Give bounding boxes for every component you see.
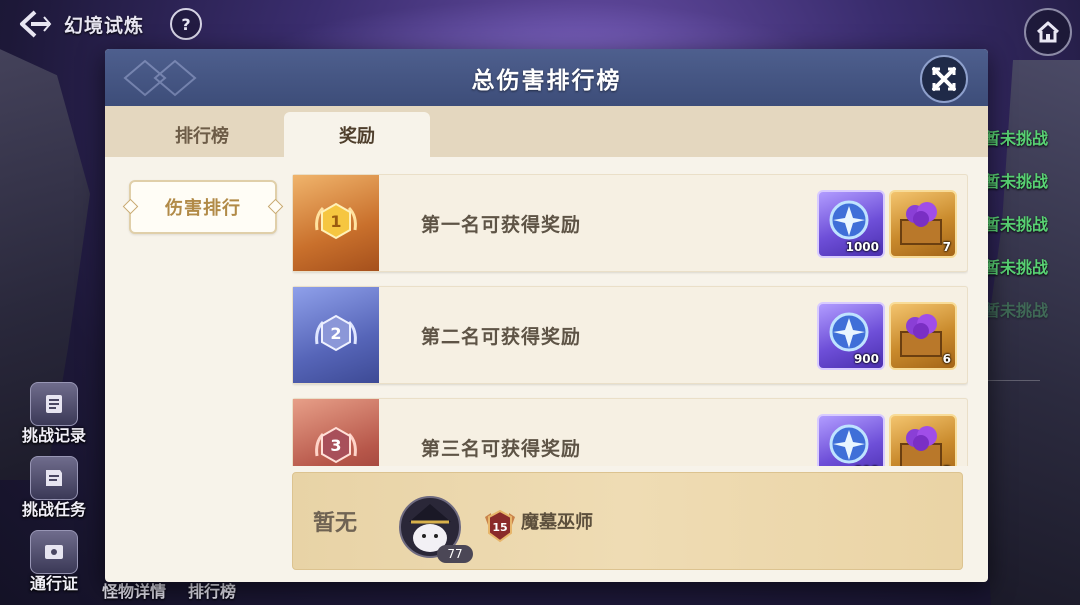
close-button[interactable] xyxy=(920,55,968,103)
pass-card-icon xyxy=(30,530,78,574)
reward-quantity: 7 xyxy=(942,240,951,254)
diamond-icon xyxy=(122,198,139,215)
reward-item[interactable]: 800 xyxy=(817,414,885,466)
side-item-label: 通行证 xyxy=(29,574,78,593)
tab-rewards[interactable]: 奖励 xyxy=(284,112,430,157)
challenge-status: 暂未挑战 xyxy=(984,129,1049,148)
rank-number: 1 xyxy=(330,212,341,231)
back-arrow-icon[interactable] xyxy=(18,7,52,41)
self-rank-text: 暂无 xyxy=(313,511,358,536)
diamond-icon xyxy=(267,198,284,215)
background-divider xyxy=(988,380,1040,381)
side-menu: 挑战记录 挑战任务 通行证 xyxy=(12,382,96,604)
rank-number: 2 xyxy=(330,324,341,343)
reward-item[interactable]: 5 xyxy=(889,414,957,466)
filter-label: 伤害排行 xyxy=(165,198,241,219)
side-item-challenge-task[interactable]: 挑战任务 xyxy=(12,456,96,520)
side-item-pass[interactable]: 通行证 xyxy=(12,530,96,594)
rank-reward-description: 第三名可获得奖励 xyxy=(421,437,582,460)
rank-reward-description: 第二名可获得奖励 xyxy=(421,325,582,348)
top-bar: 幻境试炼 ? xyxy=(18,6,203,42)
reward-rank-list[interactable]: 1 第一名可获得奖励 1000 7 2 第二名可获得奖励 900 6 3 第三名… xyxy=(292,174,968,466)
damage-ranking-filter-button[interactable]: 伤害排行 xyxy=(122,180,284,234)
reward-item[interactable]: 7 xyxy=(889,190,957,258)
rank-badge: 1 xyxy=(293,175,379,271)
reward-item[interactable]: 1000 xyxy=(817,190,885,258)
damage-ranking-modal: 总伤害排行榜 排行榜 奖励 伤害排行 1 第一名可获得奖励 1000 7 2 第… xyxy=(105,49,988,582)
emblem-level: 15 xyxy=(492,521,507,534)
challenge-status: 暂未挑战 xyxy=(984,258,1049,277)
modal-title: 总伤害排行榜 xyxy=(471,67,622,94)
rank-badge: 3 xyxy=(293,399,379,466)
rank-reward-row: 2 第二名可获得奖励 900 6 xyxy=(292,286,968,384)
modal-header: 总伤害排行榜 xyxy=(105,49,988,106)
reward-quantity: 900 xyxy=(853,352,879,366)
reward-quantity: 5 xyxy=(943,464,951,466)
reward-item[interactable]: 6 xyxy=(889,302,957,370)
side-item-label: 挑战记录 xyxy=(21,426,86,445)
challenge-status: 暂未挑战 xyxy=(984,301,1049,320)
rank-badge: 2 xyxy=(293,287,379,383)
scroll-icon xyxy=(30,382,78,426)
avatar-level-badge: 77 xyxy=(437,545,473,563)
self-rank-row: 暂无 77 15 魔墓巫师 xyxy=(292,472,963,570)
home-icon[interactable] xyxy=(1024,8,1072,56)
reward-quantity: 1000 xyxy=(845,240,879,254)
challenge-status: 暂未挑战 xyxy=(984,215,1049,234)
tab-ranking[interactable]: 排行榜 xyxy=(129,112,275,157)
gold-rank-medal-icon: 1 xyxy=(315,202,357,240)
side-item-label: 挑战任务 xyxy=(21,500,86,519)
player-name: 魔墓巫师 xyxy=(521,512,593,533)
rank-reward-row: 3 第三名可获得奖励 800 5 xyxy=(292,398,968,466)
close-icon xyxy=(932,67,956,91)
side-item-challenge-record[interactable]: 挑战记录 xyxy=(12,382,96,446)
task-scroll-icon xyxy=(30,456,78,500)
level-emblem-icon: 15 xyxy=(485,509,515,543)
background-challenge-status-list: 暂未挑战 暂未挑战 暂未挑战 暂未挑战 暂未挑战 xyxy=(984,125,1080,340)
crystal-star-icon xyxy=(829,424,869,464)
reward-quantity: 6 xyxy=(942,352,951,366)
page-title: 幻境试炼 xyxy=(64,14,145,37)
reward-item[interactable]: 900 xyxy=(817,302,885,370)
bronze-rank-medal-icon: 3 xyxy=(315,426,357,464)
rank-reward-description: 第一名可获得奖励 xyxy=(421,213,582,236)
reward-quantity: 800 xyxy=(854,464,879,466)
challenge-status: 暂未挑战 xyxy=(984,172,1049,191)
rank-reward-row: 1 第一名可获得奖励 1000 7 xyxy=(292,174,968,272)
silver-rank-medal-icon: 2 xyxy=(315,314,357,352)
tab-strip: 排行榜 奖励 xyxy=(105,106,988,157)
rank-number: 3 xyxy=(330,436,341,455)
header-ornament-icon xyxy=(123,59,197,97)
help-icon[interactable]: ? xyxy=(170,8,203,40)
gem-chest-icon xyxy=(900,426,942,466)
